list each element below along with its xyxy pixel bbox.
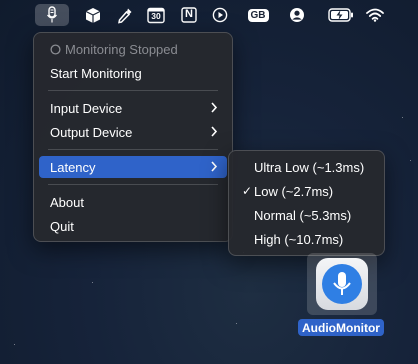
- calendar-day: 30: [151, 11, 161, 21]
- latency-item[interactable]: Latency: [39, 156, 227, 178]
- monitoring-status: Monitoring Stopped: [39, 38, 227, 60]
- chevron-right-icon: [211, 161, 218, 172]
- quit-item[interactable]: Quit: [39, 215, 227, 237]
- play-icon[interactable]: [211, 6, 229, 24]
- microphone-icon[interactable]: [44, 6, 60, 24]
- menu-separator: [48, 90, 218, 91]
- cube-icon[interactable]: [84, 6, 102, 24]
- latency-submenu: Ultra Low (~1.3ms) ✓ Low (~2.7ms) Normal…: [228, 150, 385, 256]
- checkmark-icon: ✓: [242, 184, 253, 198]
- start-monitoring-item[interactable]: Start Monitoring: [39, 62, 227, 84]
- keyboard-layout-icon[interactable]: GB: [246, 6, 270, 24]
- latency-option-label: Normal (~5.3ms): [254, 207, 352, 223]
- calendar-icon[interactable]: 30: [147, 6, 165, 24]
- input-device-item[interactable]: Input Device: [39, 97, 227, 119]
- latency-option-label: Low (~2.7ms): [254, 183, 334, 199]
- menu-separator: [48, 184, 218, 185]
- chevron-right-icon: [211, 102, 218, 113]
- quit-label: Quit: [50, 218, 74, 234]
- wifi-icon[interactable]: [366, 6, 384, 24]
- latency-option-high[interactable]: High (~10.7ms): [234, 228, 379, 250]
- user-account-icon[interactable]: [288, 6, 306, 24]
- keyboard-layout-label: GB: [247, 8, 269, 22]
- notion-icon[interactable]: N: [180, 6, 198, 24]
- chevron-right-icon: [211, 126, 218, 137]
- input-device-label: Input Device: [50, 100, 123, 116]
- microphone-icon: [322, 264, 362, 304]
- about-item[interactable]: About: [39, 191, 227, 213]
- monitoring-status-label: Monitoring Stopped: [65, 41, 178, 57]
- latency-option-label: Ultra Low (~1.3ms): [254, 159, 365, 175]
- start-monitoring-label: Start Monitoring: [50, 65, 142, 81]
- notion-letter: N: [185, 8, 193, 20]
- about-label: About: [50, 194, 84, 210]
- eyedropper-icon[interactable]: [116, 6, 134, 24]
- menu-bar: 30 N GB: [0, 0, 418, 30]
- menu-separator: [48, 149, 218, 150]
- output-device-label: Output Device: [50, 124, 133, 140]
- audiomonitor-app-icon[interactable]: [307, 253, 377, 315]
- output-device-item[interactable]: Output Device: [39, 121, 227, 143]
- latency-option-normal[interactable]: Normal (~5.3ms): [234, 204, 379, 226]
- latency-option-ultra-low[interactable]: Ultra Low (~1.3ms): [234, 156, 379, 178]
- status-circle-icon: [50, 43, 61, 55]
- app-tile: [316, 258, 368, 310]
- battery-charging-icon[interactable]: [327, 6, 355, 24]
- latency-option-label: High (~10.7ms): [254, 231, 344, 247]
- app-label[interactable]: AudioMonitor: [298, 319, 384, 336]
- audiomonitor-menu: Monitoring Stopped Start Monitoring Inpu…: [33, 32, 233, 242]
- latency-option-low[interactable]: ✓ Low (~2.7ms): [234, 180, 379, 202]
- latency-label: Latency: [50, 159, 96, 175]
